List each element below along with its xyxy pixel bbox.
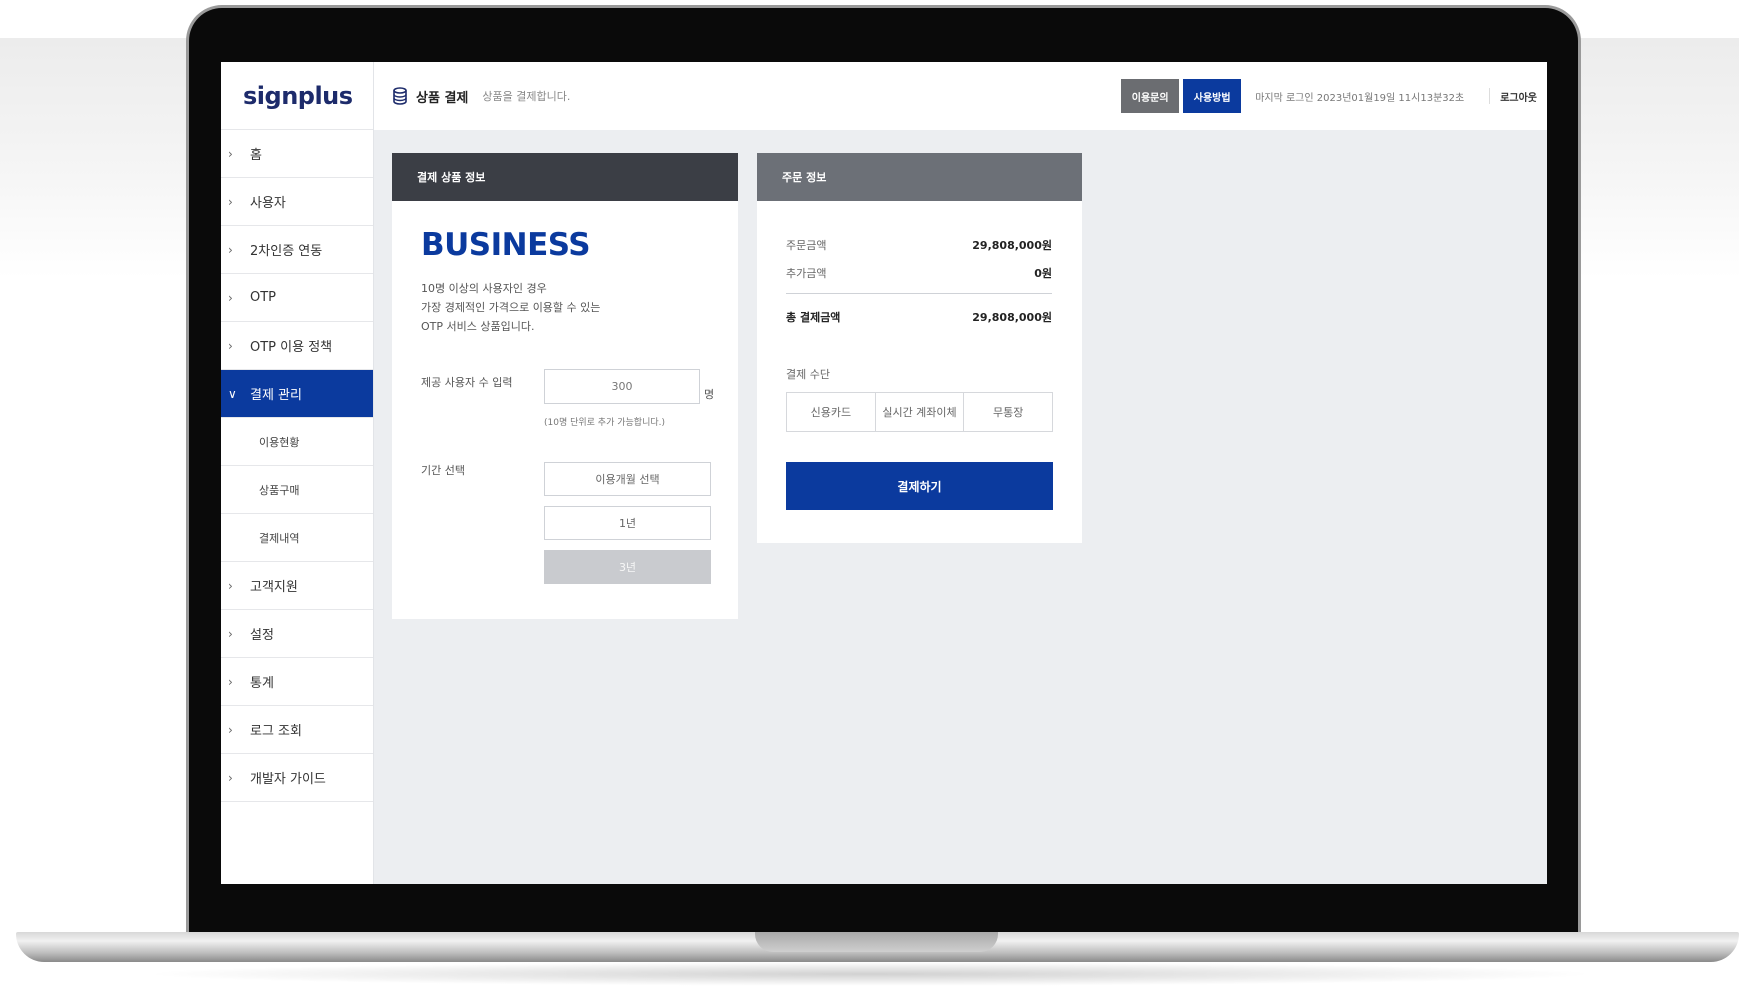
sidebar-subitem-label: 이용현황 bbox=[259, 435, 300, 449]
period-option-1y[interactable]: 1년 bbox=[544, 506, 711, 540]
sidebar-item-home[interactable]: › 홈 bbox=[221, 130, 373, 178]
sidebar-subitem-history[interactable]: 결제내역 bbox=[221, 514, 373, 562]
usage-guide-button[interactable]: 사용방법 bbox=[1183, 79, 1242, 113]
app-screen: signplus › 홈 › 사용자 › 2차인증 연동 › OTP › OTP… bbox=[221, 62, 1547, 884]
extra-amount-row: 추가금액 0원 bbox=[786, 265, 1052, 281]
order-amount-row: 주문금액 29,808,000원 bbox=[786, 237, 1052, 253]
top-bar: 상품 결제 상품을 결제합니다. 이용문의 사용방법 마지막 로그인 2023년… bbox=[374, 62, 1547, 130]
users-hint: (10명 단위로 추가 가능합니다.) bbox=[544, 418, 665, 428]
total-amount-row: 총 결제금액 29,808,000원 bbox=[786, 309, 1052, 325]
sidebar-item-label: 로그 조회 bbox=[250, 724, 302, 739]
divider bbox=[1489, 88, 1491, 104]
period-label: 기간 선택 bbox=[421, 464, 465, 477]
chevron-right-icon: › bbox=[228, 194, 233, 209]
chevron-right-icon: › bbox=[228, 146, 233, 161]
payment-option-deposit[interactable]: 무통장 bbox=[964, 393, 1052, 431]
pay-button[interactable]: 결제하기 bbox=[786, 462, 1053, 510]
inquiry-button[interactable]: 이용문의 bbox=[1121, 79, 1180, 113]
chevron-right-icon: › bbox=[228, 578, 233, 593]
sidebar-item-otp-policy[interactable]: › OTP 이용 정책 bbox=[221, 322, 373, 370]
sidebar-subitem-purchase[interactable]: 상품구매 bbox=[221, 466, 373, 514]
payment-option-card[interactable]: 신용카드 bbox=[787, 393, 876, 431]
logo[interactable]: signplus bbox=[221, 62, 373, 130]
sidebar-item-label: OTP bbox=[250, 290, 277, 305]
sidebar-item-2fa[interactable]: › 2차인증 연동 bbox=[221, 226, 373, 274]
database-icon bbox=[393, 87, 407, 105]
product-info-header: 결제 상품 정보 bbox=[392, 153, 738, 201]
logout-link[interactable]: 로그아웃 bbox=[1500, 89, 1537, 104]
divider bbox=[786, 293, 1052, 294]
chevron-right-icon: › bbox=[228, 626, 233, 641]
chevron-right-icon: › bbox=[228, 338, 233, 353]
chevron-right-icon: › bbox=[228, 770, 233, 785]
users-count-input[interactable]: 300 bbox=[544, 369, 700, 404]
sidebar-subitem-label: 결제내역 bbox=[259, 531, 300, 545]
payment-method-group: 신용카드 실시간 계좌이체 무통장 bbox=[786, 392, 1053, 432]
period-option-3y[interactable]: 3년 bbox=[544, 550, 711, 584]
chevron-right-icon: › bbox=[228, 674, 233, 689]
last-login-text: 마지막 로그인 2023년01월19일 11시13분32초 bbox=[1255, 92, 1465, 104]
sidebar-item-label: OTP 이용 정책 bbox=[250, 340, 333, 355]
payment-option-transfer[interactable]: 실시간 계좌이체 bbox=[876, 393, 965, 431]
chevron-right-icon: › bbox=[228, 290, 233, 305]
sidebar-item-stats[interactable]: › 통계 bbox=[221, 658, 373, 706]
sidebar-subitem-label: 상품구매 bbox=[259, 483, 300, 497]
chevron-right-icon: › bbox=[228, 242, 233, 257]
sidebar-item-label: 고객지원 bbox=[250, 580, 298, 595]
sidebar-item-label: 2차인증 연동 bbox=[250, 244, 323, 259]
order-info-card: 주문 정보 주문금액 29,808,000원 추가금액 0원 총 결제금액 29… bbox=[757, 153, 1082, 543]
plan-description: 10명 이상의 사용자인 경우 가장 경제적인 가격으로 이용할 수 있는 OT… bbox=[421, 282, 601, 333]
laptop-notch bbox=[755, 932, 998, 952]
users-label: 제공 사용자 수 입력 bbox=[421, 376, 513, 389]
sidebar-item-dev-guide[interactable]: › 개발자 가이드 bbox=[221, 754, 373, 802]
sidebar-item-label: 개발자 가이드 bbox=[250, 772, 326, 787]
sidebar-item-label: 결제 관리 bbox=[250, 388, 302, 403]
sidebar-item-settings[interactable]: › 설정 bbox=[221, 610, 373, 658]
product-info-card: 결제 상품 정보 BUSINESS 10명 이상의 사용자인 경우 가장 경제적… bbox=[392, 153, 738, 619]
page-title: 상품 결제 bbox=[416, 90, 469, 106]
extra-amount-value: 0원 bbox=[1034, 267, 1052, 280]
sidebar-item-label: 통계 bbox=[250, 676, 274, 691]
chevron-down-icon: ∨ bbox=[228, 386, 237, 401]
order-amount-label: 주문금액 bbox=[786, 239, 827, 252]
users-unit: 명 bbox=[704, 388, 715, 401]
sidebar-item-support[interactable]: › 고객지원 bbox=[221, 562, 373, 610]
sidebar-item-label: 홈 bbox=[250, 148, 262, 163]
sidebar: signplus › 홈 › 사용자 › 2차인증 연동 › OTP › OTP… bbox=[221, 62, 374, 884]
period-select[interactable]: 이용개월 선택 bbox=[544, 462, 711, 496]
sidebar-item-otp[interactable]: › OTP bbox=[221, 274, 373, 322]
sidebar-item-billing[interactable]: ∨ 결제 관리 bbox=[221, 370, 373, 418]
sidebar-item-logs[interactable]: › 로그 조회 bbox=[221, 706, 373, 754]
total-amount-label: 총 결제금액 bbox=[786, 311, 841, 324]
plan-name: BUSINESS bbox=[421, 227, 591, 263]
payment-method-label: 결제 수단 bbox=[786, 368, 830, 381]
extra-amount-label: 추가금액 bbox=[786, 267, 827, 280]
total-amount-value: 29,808,000원 bbox=[972, 311, 1052, 324]
order-amount-value: 29,808,000원 bbox=[972, 239, 1052, 252]
laptop-shadow bbox=[140, 962, 1600, 986]
sidebar-item-users[interactable]: › 사용자 bbox=[221, 178, 373, 226]
top-right-controls: 이용문의 사용방법 마지막 로그인 2023년01월19일 11시13분32초 … bbox=[1121, 62, 1547, 130]
sidebar-subitem-usage[interactable]: 이용현황 bbox=[221, 418, 373, 466]
order-info-header: 주문 정보 bbox=[757, 153, 1082, 201]
chevron-right-icon: › bbox=[228, 722, 233, 737]
page-description: 상품을 결제합니다. bbox=[482, 90, 571, 103]
sidebar-item-label: 사용자 bbox=[250, 196, 286, 211]
sidebar-item-label: 설정 bbox=[250, 628, 274, 643]
